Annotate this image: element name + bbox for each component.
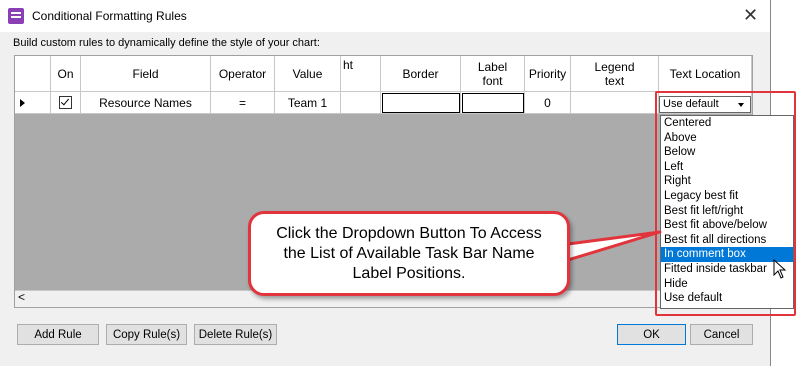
header-on[interactable]: On: [51, 56, 81, 92]
table-row[interactable]: Resource Names = Team 1 0: [15, 92, 752, 114]
text-location-select[interactable]: Use default: [659, 96, 751, 113]
option-legacy-best-fit[interactable]: Legacy best fit: [661, 189, 793, 204]
header-field[interactable]: Field: [81, 56, 211, 92]
field-cell[interactable]: Resource Names: [81, 92, 211, 114]
app-icon: [8, 8, 24, 24]
close-icon[interactable]: ✕: [743, 5, 758, 25]
option-right[interactable]: Right: [661, 174, 793, 189]
header-operator[interactable]: Operator: [211, 56, 275, 92]
label-font-cell[interactable]: [461, 92, 525, 114]
option-best-fit-all-directions[interactable]: Best fit all directions: [661, 233, 793, 248]
header-indicator: [15, 56, 51, 92]
ok-button[interactable]: OK: [617, 324, 686, 345]
header-border[interactable]: Border: [381, 56, 461, 92]
scroll-left-icon[interactable]: <: [18, 290, 25, 304]
chevron-down-icon[interactable]: [738, 103, 744, 107]
border-cell[interactable]: [381, 92, 461, 114]
value-cell[interactable]: Team 1: [275, 92, 341, 114]
legend-text-cell[interactable]: [571, 92, 659, 114]
delete-rules-button[interactable]: Delete Rule(s): [194, 324, 277, 345]
on-checkbox-cell[interactable]: [51, 92, 81, 114]
header-value[interactable]: Value: [275, 56, 341, 92]
header-priority[interactable]: Priority: [525, 56, 571, 92]
title-bar: Conditional Formatting Rules ✕: [0, 0, 770, 32]
option-centered[interactable]: Centered: [661, 116, 793, 131]
on-checkbox[interactable]: [59, 96, 72, 109]
priority-cell[interactable]: 0: [525, 92, 571, 114]
header-label-font[interactable]: Label font: [461, 56, 525, 92]
header-text-location[interactable]: Text Location: [659, 56, 752, 92]
row-indicator-icon: [15, 92, 51, 114]
option-left[interactable]: Left: [661, 160, 793, 175]
dialog-subtitle: Build custom rules to dynamically define…: [13, 37, 320, 49]
callout-annotation: Click the Dropdown Button To Access the …: [248, 211, 570, 296]
add-rule-button[interactable]: Add Rule: [17, 324, 99, 345]
text-location-dropdown-list[interactable]: Centered Above Below Left Right Legacy b…: [660, 115, 794, 309]
text-location-value: Use default: [663, 98, 719, 110]
grid-header: On Field Operator Value ht Border Label …: [15, 56, 752, 92]
option-above[interactable]: Above: [661, 131, 793, 146]
header-legend-text[interactable]: Legend text: [571, 56, 659, 92]
option-use-default[interactable]: Use default: [661, 291, 793, 306]
header-ht[interactable]: ht: [341, 56, 381, 92]
option-best-fit-left-right[interactable]: Best fit left/right: [661, 204, 793, 219]
copy-rules-button[interactable]: Copy Rule(s): [106, 324, 187, 345]
callout-connector: [568, 230, 662, 262]
mouse-pointer-icon: [773, 259, 787, 279]
cancel-button[interactable]: Cancel: [690, 324, 753, 345]
option-best-fit-above-below[interactable]: Best fit above/below: [661, 218, 793, 233]
window-title: Conditional Formatting Rules: [32, 9, 187, 23]
option-below[interactable]: Below: [661, 145, 793, 160]
ht-cell[interactable]: [341, 92, 381, 114]
operator-cell[interactable]: =: [211, 92, 275, 114]
conditional-formatting-dialog: Conditional Formatting Rules ✕ Build cus…: [0, 0, 771, 366]
